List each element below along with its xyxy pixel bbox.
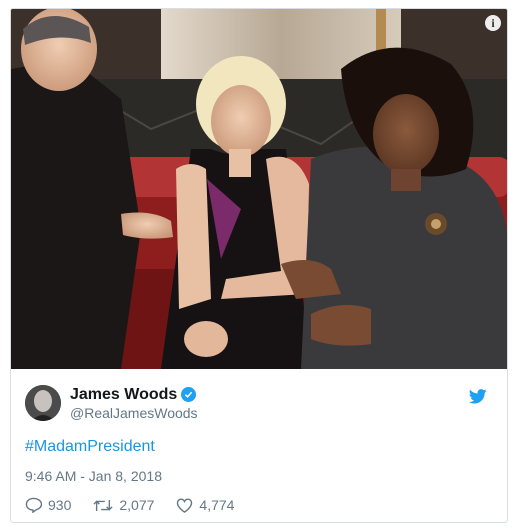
tweet-timestamp[interactable]: 9:46 AM - Jan 8, 2018 — [25, 467, 493, 485]
reply-action[interactable]: 930 — [25, 497, 71, 513]
like-count: 4,774 — [199, 497, 235, 513]
avatar-image — [25, 385, 61, 421]
retweet-count: 2,077 — [119, 497, 155, 513]
verified-badge-icon — [181, 386, 197, 402]
retweet-action[interactable]: 2,077 — [93, 497, 154, 513]
retweet-icon — [93, 499, 113, 511]
tweet-author[interactable]: James Woods @RealJamesWoods — [25, 383, 493, 423]
reply-count: 930 — [48, 497, 72, 513]
avatar[interactable] — [25, 385, 61, 421]
hashtag-link[interactable]: #MadamPresident — [25, 438, 155, 455]
tweet-card[interactable]: i James Woods @RealJamesWoods #MadamPres… — [10, 8, 508, 523]
display-name-row: James Woods — [70, 385, 198, 404]
tweet-photo[interactable]: i — [11, 9, 507, 369]
reply-icon — [25, 497, 42, 513]
heart-icon — [177, 498, 193, 513]
author-names: James Woods @RealJamesWoods — [70, 385, 198, 422]
tweet-text: #MadamPresident — [25, 437, 493, 457]
info-icon[interactable]: i — [485, 15, 501, 31]
author-handle[interactable]: @RealJamesWoods — [70, 404, 198, 422]
photo-illustration — [11, 9, 507, 369]
tweet-actions: 930 2,077 4,774 — [25, 497, 493, 513]
like-action[interactable]: 4,774 — [176, 497, 234, 513]
twitter-bird-icon[interactable] — [468, 389, 487, 409]
tweet-meta: James Woods @RealJamesWoods #MadamPresid… — [11, 369, 507, 513]
display-name[interactable]: James Woods — [70, 385, 177, 404]
